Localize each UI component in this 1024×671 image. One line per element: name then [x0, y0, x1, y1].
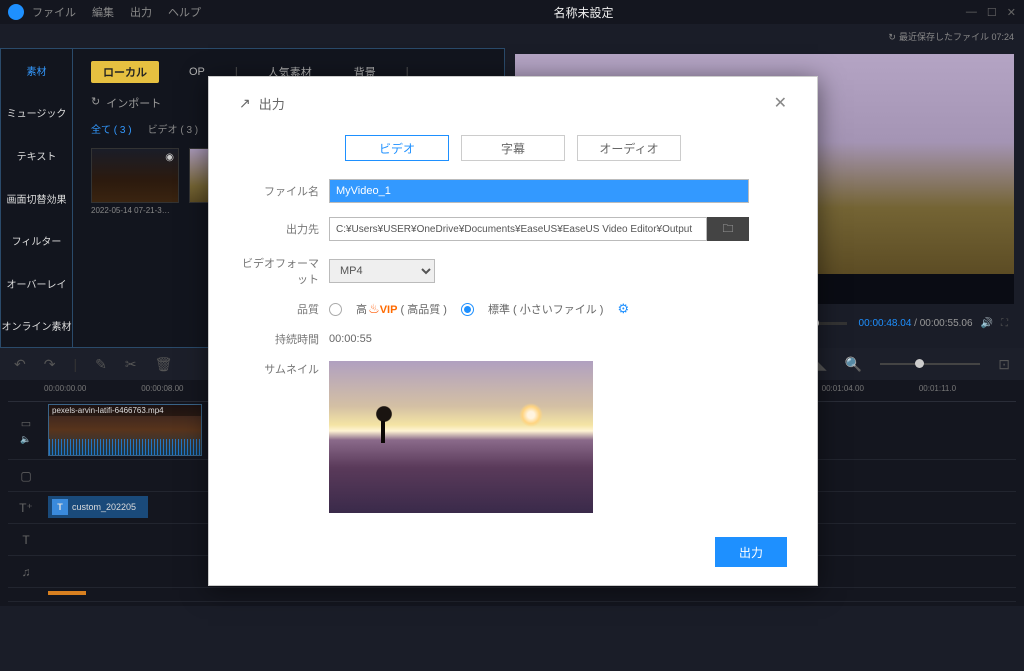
menu-file[interactable]: ファイル: [32, 4, 76, 20]
pip-track-icon[interactable]: ▢: [20, 469, 31, 483]
thumbnail-preview: [329, 361, 593, 513]
sidebar-item-filter[interactable]: フィルター: [1, 219, 72, 262]
tab-audio[interactable]: オーディオ: [577, 135, 681, 161]
label-filename: ファイル名: [239, 183, 329, 199]
import-button[interactable]: インポート: [106, 95, 161, 111]
fit-icon[interactable]: ⊡: [998, 356, 1010, 373]
label-duration: 持続時間: [239, 331, 329, 347]
media-thumb-1[interactable]: ◉ 2022-05-14 07-21-3…: [91, 148, 179, 215]
tab-local[interactable]: ローカル: [91, 61, 159, 83]
browse-folder-button[interactable]: 🗀: [707, 217, 749, 241]
duration-value: 00:00:55: [329, 333, 372, 345]
sidebar-item-media[interactable]: 素材: [1, 49, 72, 92]
cut-icon[interactable]: ✂: [125, 356, 137, 373]
sidebar-item-text[interactable]: テキスト: [1, 134, 72, 177]
edit-icon[interactable]: ✎: [95, 356, 107, 373]
titlebar: ファイル 編集 出力 ヘルプ 名称未設定 — ☐ ✕: [0, 0, 1024, 24]
zoom-icon[interactable]: 🔍: [845, 356, 862, 373]
export-button[interactable]: 出力: [715, 537, 787, 567]
sidebar-item-transition[interactable]: 画面切替効果: [1, 177, 72, 220]
filter-all[interactable]: 全て ( 3 ): [91, 121, 132, 136]
close-button[interactable]: ✕: [774, 93, 787, 113]
redo-icon[interactable]: ↷: [44, 356, 56, 373]
text-track-2-icon[interactable]: T: [22, 533, 29, 547]
app-logo: [8, 4, 24, 20]
volume-icon[interactable]: 🔊: [981, 318, 993, 329]
last-saved-info: 最近保存したファイル 07:24: [888, 30, 1014, 43]
fullscreen-icon[interactable]: ⛶: [1001, 318, 1008, 329]
export-icon: ↗: [239, 95, 251, 112]
flame-icon: ♨: [368, 301, 380, 316]
video-track-icon[interactable]: ▭: [21, 417, 31, 430]
camera-icon: ◉: [165, 152, 174, 163]
filter-video[interactable]: ビデオ ( 3 ): [148, 121, 199, 136]
menu-edit[interactable]: 編集: [92, 4, 114, 20]
menu-help[interactable]: ヘルプ: [168, 4, 201, 20]
text-clip-1[interactable]: T custom_202205: [48, 496, 148, 518]
left-sidebar: 素材 ミュージック テキスト 画面切替効果 フィルター オーバーレイ オンライン…: [0, 48, 73, 348]
filename-input[interactable]: [329, 179, 749, 203]
window-title: 名称未設定: [201, 4, 966, 21]
label-thumbnail: サムネイル: [239, 361, 329, 377]
radio-high-quality[interactable]: [329, 303, 342, 316]
text-track-icon[interactable]: T⁺: [19, 501, 33, 515]
sidebar-item-online[interactable]: オンライン素材: [1, 304, 72, 347]
marker-track: [8, 588, 1016, 602]
label-output-path: 出力先: [239, 221, 329, 237]
main-menus: ファイル 編集 出力 ヘルプ: [32, 4, 201, 20]
text-icon: T: [52, 499, 68, 515]
label-format: ビデオフォーマット: [239, 255, 329, 287]
thumb-1-label: 2022-05-14 07-21-3…: [91, 206, 179, 215]
maximize-icon[interactable]: ☐: [987, 6, 997, 19]
tab-subtitle[interactable]: 字幕: [461, 135, 565, 161]
audio-track-icon[interactable]: ♫: [22, 565, 31, 579]
export-dialog: ↗ 出力 ✕ ビデオ 字幕 オーディオ ファイル名 出力先 🗀 ビデオフォーマッ…: [208, 76, 818, 586]
menu-export[interactable]: 出力: [130, 4, 152, 20]
preview-time: 00:00:48.04 / 00:00:55.06: [859, 318, 973, 329]
reload-icon[interactable]: ↻: [91, 95, 100, 111]
folder-icon: 🗀: [723, 220, 734, 239]
info-bar: 最近保存したファイル 07:24: [0, 24, 1024, 48]
label-quality: 品質: [239, 301, 329, 317]
dialog-title: 出力: [259, 94, 285, 113]
video-clip-1[interactable]: pexels-arvin-latifi-6466763.mp4: [48, 404, 202, 456]
minimize-icon[interactable]: —: [966, 6, 977, 19]
output-path-input[interactable]: [329, 217, 707, 241]
marker-bar[interactable]: [48, 591, 86, 595]
audio-waveform: [49, 439, 201, 455]
gear-icon[interactable]: ⚙: [617, 301, 629, 317]
timeline-zoom-slider[interactable]: [880, 363, 980, 365]
delete-icon[interactable]: 🗑: [155, 356, 173, 373]
window-controls: — ☐ ✕: [966, 6, 1016, 19]
format-select[interactable]: MP4: [329, 259, 435, 283]
close-icon[interactable]: ✕: [1007, 6, 1016, 19]
radio-standard-quality[interactable]: [461, 303, 474, 316]
standard-quality-label: 標準 ( 小さいファイル ): [488, 301, 604, 317]
mute-icon[interactable]: 🔈: [20, 434, 31, 445]
tab-video[interactable]: ビデオ: [345, 135, 449, 161]
sidebar-item-music[interactable]: ミュージック: [1, 92, 72, 135]
sidebar-item-overlay[interactable]: オーバーレイ: [1, 262, 72, 305]
undo-icon[interactable]: ↶: [14, 356, 26, 373]
